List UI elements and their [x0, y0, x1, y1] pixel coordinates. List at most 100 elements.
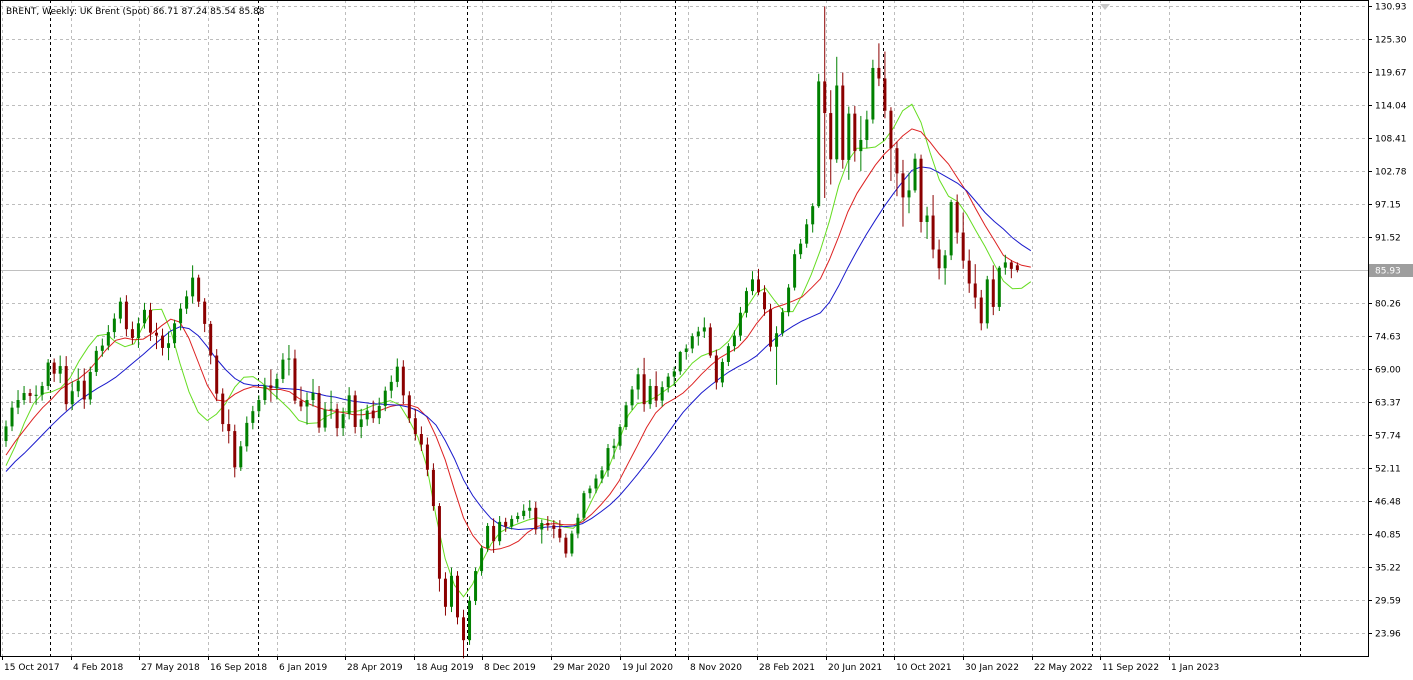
x-tick-label: 22 May 2022: [1034, 663, 1093, 673]
candle-body: [504, 521, 508, 527]
candle-body: [106, 332, 110, 346]
candle-body: [449, 575, 453, 607]
candle-body: [167, 343, 171, 348]
candle-body: [576, 517, 580, 534]
candle-body: [371, 410, 375, 419]
price-axis[interactable]: 130.93 125.30 119.67 114.04 108.41 102.78 97.1…: [1368, 3, 1407, 640]
candle-body: [52, 362, 56, 374]
candle-body: [245, 422, 249, 447]
candle-body: [456, 575, 459, 618]
candle-body: [275, 378, 279, 389]
candle-body: [1003, 262, 1007, 268]
candle-body: [708, 327, 712, 356]
candle-body: [46, 362, 50, 386]
candle-body: [40, 385, 44, 395]
candle-body: [558, 528, 562, 538]
candle: [817, 73, 821, 208]
candle-body: [829, 113, 833, 160]
candle-body: [600, 470, 604, 479]
candle: [570, 530, 574, 557]
candle: [949, 199, 953, 261]
x-tick-label: 1 Jan 2023: [1171, 663, 1219, 673]
candle-body: [58, 366, 62, 374]
candle-body: [769, 309, 773, 347]
candle-body: [522, 510, 526, 517]
x-tick-label: 8 Nov 2020: [690, 663, 742, 673]
candle-body: [1015, 265, 1019, 271]
candle-body: [546, 523, 550, 526]
candle: [919, 154, 923, 233]
current-price-value: 85.93: [1375, 267, 1401, 277]
candle-body: [383, 390, 387, 406]
candle-body: [209, 323, 213, 356]
candle: [708, 323, 712, 358]
candle: [46, 359, 50, 391]
x-tick-label: 28 Feb 2021: [759, 663, 815, 673]
candle-body: [437, 506, 441, 579]
candle-body: [907, 190, 911, 198]
candle-body: [750, 279, 754, 292]
candle-body: [690, 336, 694, 349]
candle: [486, 523, 490, 552]
candle-body: [480, 548, 484, 572]
candle-body: [642, 374, 646, 405]
price-chart[interactable]: BRENT, Weekly: UK Brent (Spot) 86.71 87.…: [0, 0, 1413, 680]
x-tick-label: 15 Oct 2017: [4, 663, 60, 673]
candle-body: [257, 400, 261, 412]
x-tick-label: 28 Apr 2019: [347, 663, 403, 673]
y-tick-label: 29.59: [1375, 597, 1401, 607]
candle-body: [82, 380, 86, 400]
candle-body: [425, 444, 429, 470]
header-symbol: BRENT: [6, 7, 37, 17]
candle-body: [124, 301, 128, 330]
candle: [582, 490, 586, 521]
candle-body: [197, 277, 201, 302]
candle-body: [997, 267, 1001, 307]
candle-body: [895, 148, 899, 174]
candle-body: [889, 110, 893, 149]
x-tick-label: 18 Aug 2019: [416, 663, 474, 673]
candle-body: [401, 366, 405, 396]
candle-body: [377, 405, 381, 419]
candle-body: [925, 215, 929, 222]
candle-body: [22, 393, 26, 401]
candle-body: [775, 333, 779, 347]
candle-body: [215, 355, 219, 394]
candle: [769, 303, 773, 352]
candle-body: [443, 578, 447, 607]
candle: [985, 275, 989, 329]
candle-body: [365, 410, 369, 420]
x-tick-label: 4 Feb 2018: [73, 663, 124, 673]
candle-body: [516, 516, 520, 519]
candle-body: [919, 158, 923, 222]
candle: [431, 463, 435, 511]
candle-body: [130, 329, 134, 338]
header-ohlc: 86.71 87.24 85.54 85.88: [153, 7, 265, 17]
candle-body: [648, 385, 652, 405]
candle-body: [720, 361, 724, 383]
candle-body: [112, 318, 116, 333]
candle-body: [94, 350, 98, 372]
y-tick-label: 74.63: [1375, 333, 1401, 343]
time-axis[interactable]: 15 Oct 2017 4 Feb 2018 27 May 2018 16 Sep 2…: [2, 656, 1220, 673]
y-tick-label: 63.37: [1375, 399, 1401, 409]
candle-body: [468, 600, 472, 641]
x-tick-label: 27 May 2018: [141, 663, 200, 673]
candle-body: [624, 405, 628, 427]
chart-header: BRENT, Weekly: UK Brent (Spot) 86.71 87.…: [6, 7, 265, 17]
candle: [474, 567, 478, 606]
candle-body: [949, 202, 953, 256]
candle-body: [534, 507, 538, 530]
candle-body: [847, 113, 851, 160]
plot-area[interactable]: [0, 0, 1368, 656]
candle-body: [185, 296, 189, 309]
candle-body: [395, 366, 399, 382]
candle-body: [702, 327, 706, 332]
candle-body: [805, 224, 809, 244]
x-tick-label: 6 Jan 2019: [279, 663, 327, 673]
y-tick-label: 102.78: [1375, 168, 1407, 178]
candle-body: [901, 173, 905, 198]
candle-body: [281, 359, 285, 379]
candle-body: [672, 371, 676, 377]
candle-body: [961, 232, 965, 261]
